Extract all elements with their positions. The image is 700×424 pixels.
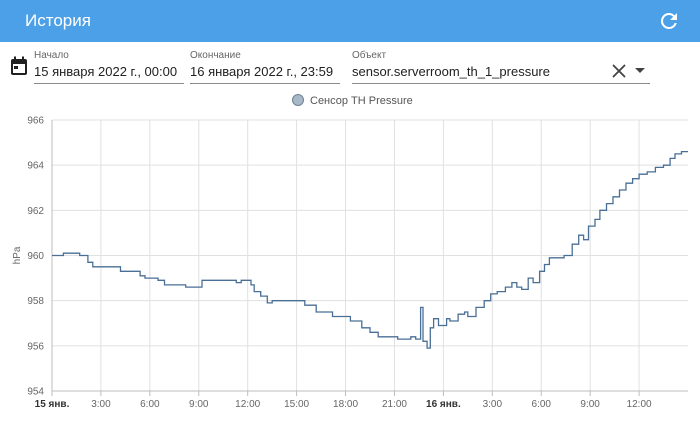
clear-icon[interactable]	[612, 64, 626, 78]
x-tick-label: 12:00	[627, 399, 652, 410]
pressure-chart: 954 956 958 960 962 964 966 15 янв. 3:00 6:00 9:00…	[12, 116, 688, 410]
end-date-label: Окончание	[190, 50, 241, 61]
entity-underline	[352, 83, 650, 84]
x-tick-label: 6:00	[531, 399, 551, 410]
y-tick-label: 960	[27, 251, 44, 262]
x-tick-label: 3:00	[91, 399, 111, 410]
x-tick-label: 3:00	[483, 399, 503, 410]
x-tick-label: 15 янв.	[35, 399, 70, 410]
chevron-down-icon[interactable]	[634, 67, 646, 75]
y-tick-label: 954	[27, 387, 44, 398]
x-tick-label: 16 янв.	[426, 399, 461, 410]
legend-label: Сенсор TH Pressure	[310, 95, 413, 107]
y-tick-label: 964	[27, 161, 44, 172]
y-axis-title: hPa	[12, 246, 23, 264]
refresh-icon[interactable]	[657, 9, 681, 33]
start-date-field[interactable]: Начало 15 января 2022 г., 00:00	[34, 50, 184, 86]
start-date-label: Начало	[34, 50, 69, 61]
chart-legend: Сенсор TH Pressure	[292, 94, 413, 110]
calendar-icon[interactable]	[10, 56, 28, 76]
y-tick-label: 956	[27, 341, 44, 352]
x-tick-label: 15:00	[284, 399, 309, 410]
app-header: История	[0, 0, 700, 42]
start-date-underline	[34, 83, 184, 84]
legend-swatch[interactable]	[292, 94, 304, 106]
start-date-value[interactable]: 15 января 2022 г., 00:00	[34, 64, 177, 79]
x-tick-label: 12:00	[235, 399, 260, 410]
x-tick-label: 9:00	[580, 399, 600, 410]
entity-value[interactable]: sensor.serverroom_th_1_pressure	[352, 64, 550, 79]
x-tick-label: 9:00	[189, 399, 209, 410]
series-line	[52, 150, 688, 349]
x-tick-label: 6:00	[140, 399, 160, 410]
end-date-underline	[190, 83, 340, 84]
end-date-value[interactable]: 16 января 2022 г., 23:59	[190, 64, 333, 79]
y-tick-label: 966	[27, 116, 44, 127]
x-tick-label: 18:00	[333, 399, 358, 410]
end-date-field[interactable]: Окончание 16 января 2022 г., 23:59	[190, 50, 340, 86]
y-tick-label: 958	[27, 296, 44, 307]
y-tick-label: 962	[27, 206, 44, 217]
x-tick-label: 21:00	[382, 399, 407, 410]
entity-picker[interactable]: Объект sensor.serverroom_th_1_pressure	[352, 50, 650, 86]
entity-label: Объект	[352, 50, 387, 61]
page-title: История	[25, 11, 91, 30]
